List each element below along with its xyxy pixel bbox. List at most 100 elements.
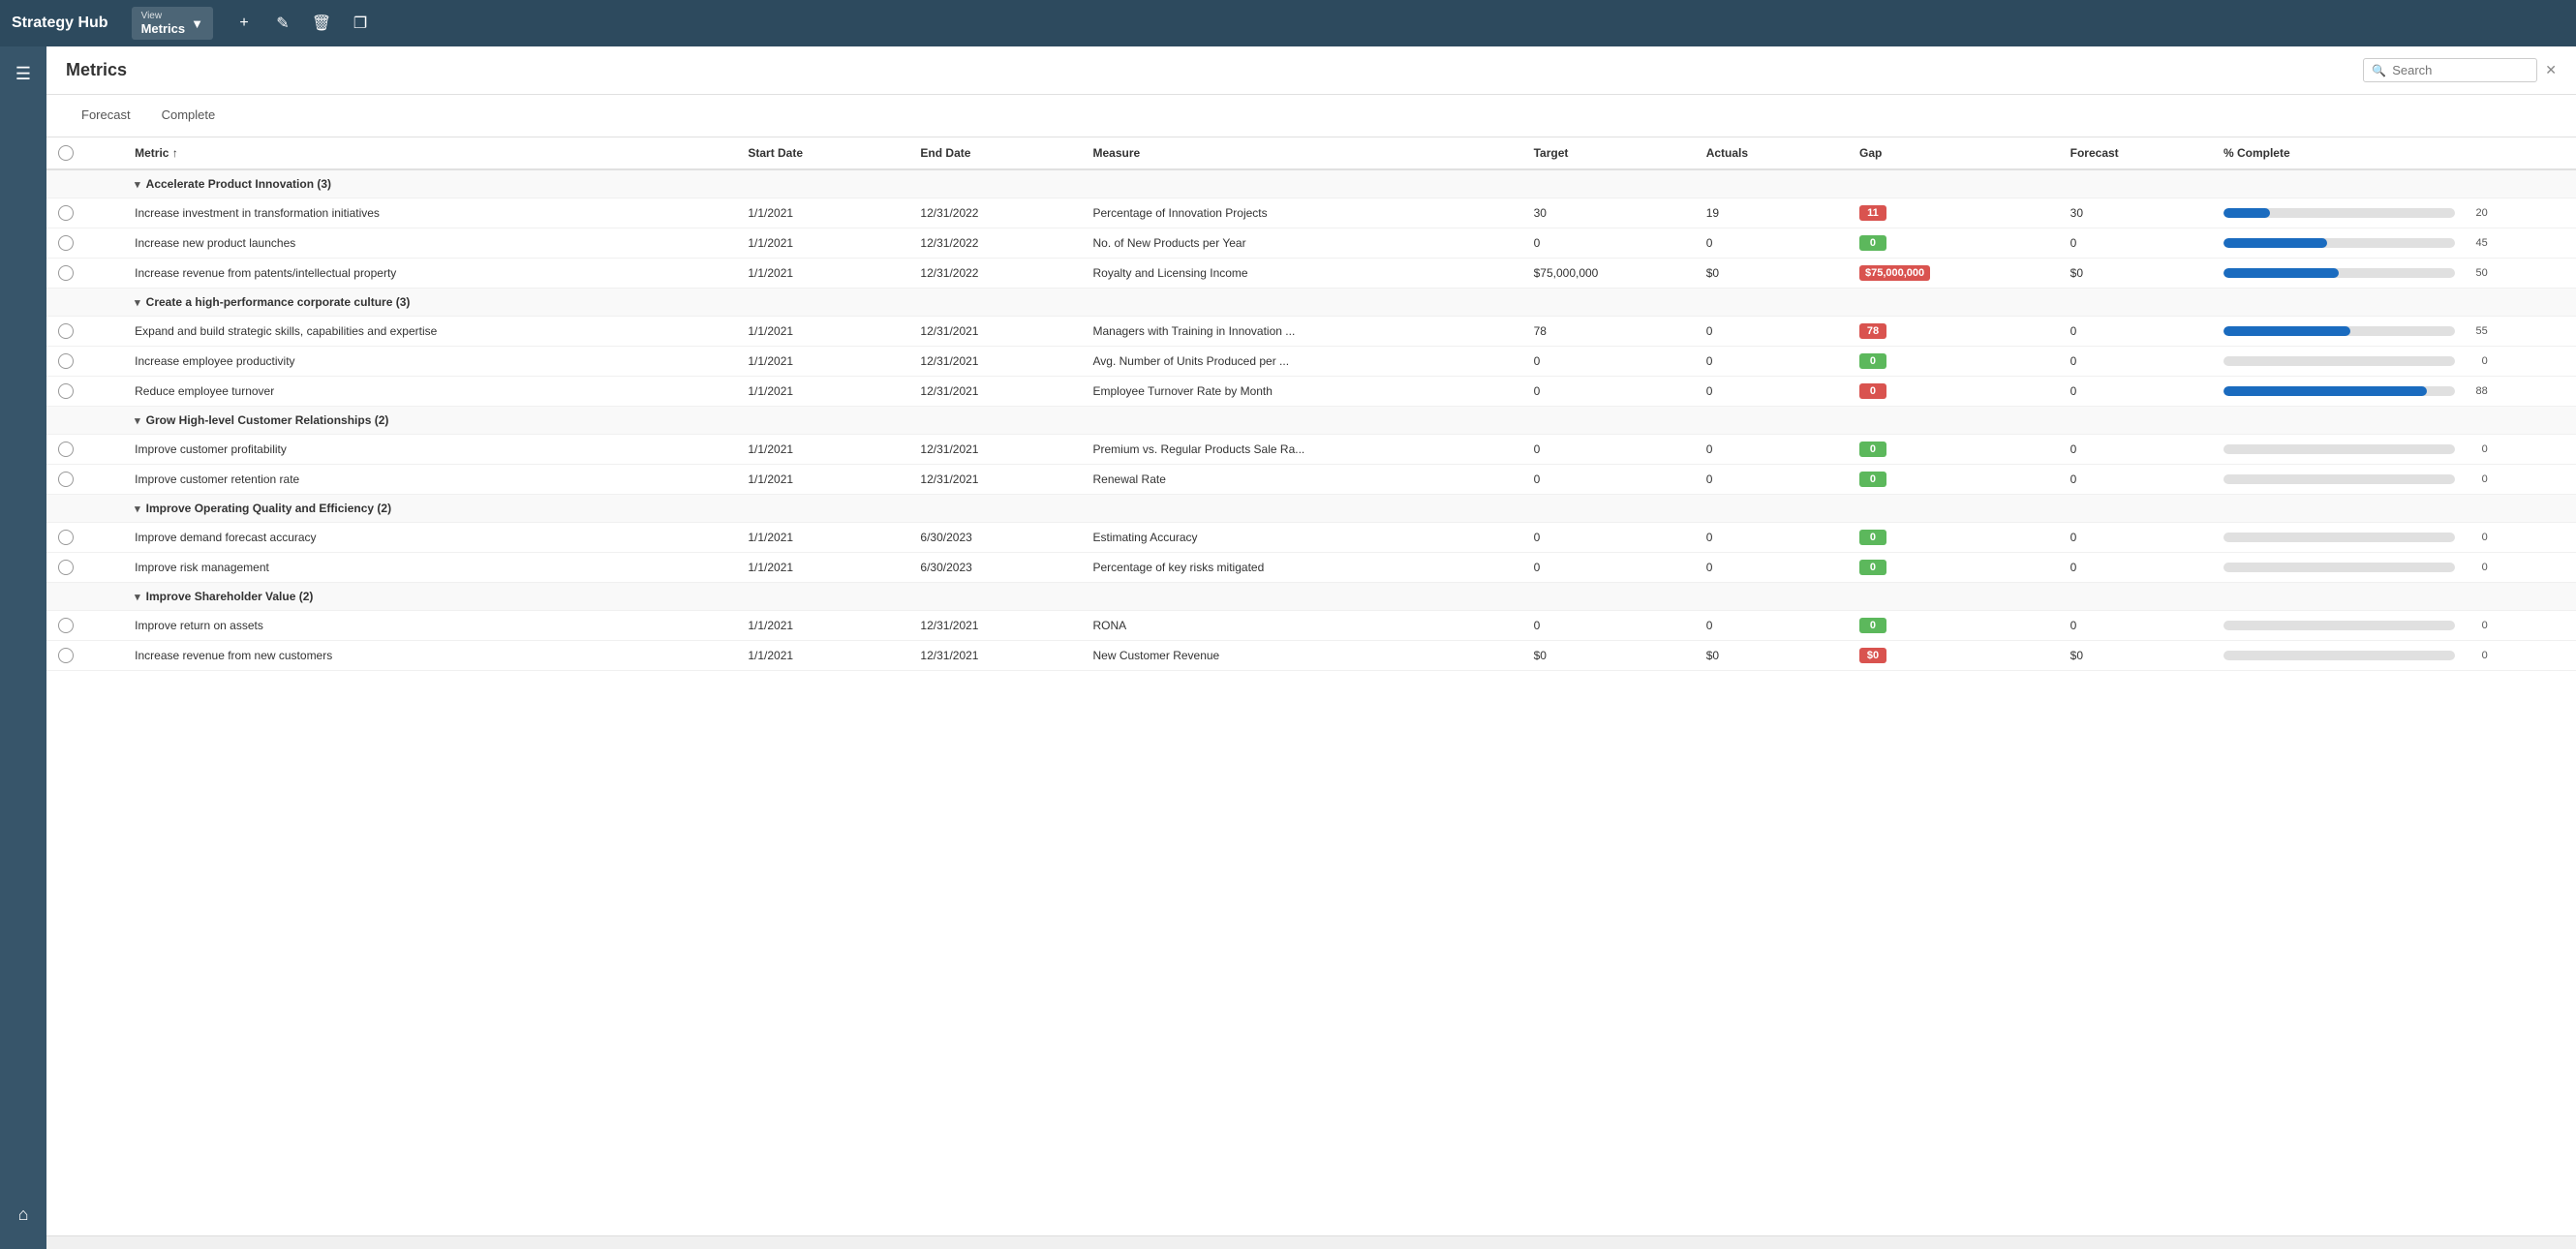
collapse-icon[interactable]: ▾ xyxy=(135,414,140,427)
row-select-cell[interactable] xyxy=(46,435,123,465)
row-extra xyxy=(2499,641,2576,671)
row-actuals: 0 xyxy=(1695,228,1848,259)
row-checkbox[interactable] xyxy=(58,618,74,633)
nav-label-main: Metrics xyxy=(141,21,186,36)
col-header-gap[interactable]: Gap xyxy=(1848,137,2059,169)
progress-track xyxy=(2223,474,2455,484)
progress-fill xyxy=(2223,326,2350,336)
col-header-target[interactable]: Target xyxy=(1522,137,1695,169)
gap-badge: 0 xyxy=(1859,235,1886,251)
row-checkbox[interactable] xyxy=(58,265,74,281)
row-checkbox[interactable] xyxy=(58,323,74,339)
row-select-cell[interactable] xyxy=(46,317,123,347)
row-select-cell[interactable] xyxy=(46,347,123,377)
row-actuals: 0 xyxy=(1695,465,1848,495)
row-extra xyxy=(2499,377,2576,407)
gap-badge: 0 xyxy=(1859,383,1886,399)
col-header-measure[interactable]: Measure xyxy=(1082,137,1522,169)
col-header-actuals[interactable]: Actuals xyxy=(1695,137,1848,169)
row-gap: 0 xyxy=(1848,611,2059,641)
search-input[interactable] xyxy=(2392,63,2529,77)
row-start-date: 1/1/2021 xyxy=(736,523,908,553)
table-wrapper[interactable]: Metric ↑ Start Date End Date Measure Tar… xyxy=(46,137,2576,1235)
collapse-icon[interactable]: ▾ xyxy=(135,503,140,515)
row-start-date: 1/1/2021 xyxy=(736,465,908,495)
row-select-cell[interactable] xyxy=(46,259,123,289)
row-end-date: 12/31/2021 xyxy=(908,377,1081,407)
row-forecast: 0 xyxy=(2059,347,2212,377)
row-extra xyxy=(2499,259,2576,289)
row-forecast: 0 xyxy=(2059,435,2212,465)
group-name-cell: ▾ Improve Operating Quality and Efficien… xyxy=(123,495,2576,523)
close-icon[interactable]: ✕ xyxy=(2545,62,2557,78)
row-extra xyxy=(2499,523,2576,553)
progress-value: 50 xyxy=(2461,267,2488,279)
row-select-cell[interactable] xyxy=(46,465,123,495)
home-button[interactable]: ⌂ xyxy=(4,1195,43,1234)
row-checkbox[interactable] xyxy=(58,442,74,457)
row-gap: 0 xyxy=(1848,523,2059,553)
collapse-icon[interactable]: ▾ xyxy=(135,296,140,309)
collapse-icon[interactable]: ▾ xyxy=(135,591,140,603)
row-start-date: 1/1/2021 xyxy=(736,317,908,347)
col-header-complete[interactable]: % Complete xyxy=(2212,137,2499,169)
delete-button[interactable]: 🗑 xyxy=(306,8,337,39)
table-row: Reduce employee turnover 1/1/2021 12/31/… xyxy=(46,377,2576,407)
view-metrics-dropdown[interactable]: View Metrics ▼ xyxy=(132,7,213,40)
edit-button[interactable]: ✎ xyxy=(267,8,298,39)
hamburger-menu-button[interactable]: ☰ xyxy=(4,54,43,93)
tab-complete[interactable]: Complete xyxy=(146,95,231,137)
row-checkbox[interactable] xyxy=(58,353,74,369)
row-checkbox[interactable] xyxy=(58,530,74,545)
row-target: $75,000,000 xyxy=(1522,259,1695,289)
row-actuals: $0 xyxy=(1695,259,1848,289)
row-checkbox[interactable] xyxy=(58,383,74,399)
row-gap: 0 xyxy=(1848,347,2059,377)
row-checkbox[interactable] xyxy=(58,560,74,575)
row-checkbox[interactable] xyxy=(58,472,74,487)
col-header-forecast[interactable]: Forecast xyxy=(2059,137,2212,169)
col-header-select[interactable] xyxy=(46,137,123,169)
row-select-cell[interactable] xyxy=(46,377,123,407)
add-button[interactable]: + xyxy=(229,8,260,39)
tab-forecast[interactable]: Forecast xyxy=(66,95,146,137)
row-checkbox[interactable] xyxy=(58,205,74,221)
col-header-start-date[interactable]: Start Date xyxy=(736,137,908,169)
gap-badge: $75,000,000 xyxy=(1859,265,1930,281)
row-select-cell[interactable] xyxy=(46,611,123,641)
table-row: Improve demand forecast accuracy 1/1/202… xyxy=(46,523,2576,553)
col-header-metric[interactable]: Metric ↑ xyxy=(123,137,736,169)
row-select-cell[interactable] xyxy=(46,553,123,583)
select-all-checkbox[interactable] xyxy=(58,145,74,161)
row-forecast: $0 xyxy=(2059,641,2212,671)
progress-value: 88 xyxy=(2461,385,2488,397)
row-complete: 0 xyxy=(2212,465,2499,495)
copy-button[interactable]: ❐ xyxy=(345,8,376,39)
row-end-date: 12/31/2022 xyxy=(908,259,1081,289)
row-measure: Percentage of Innovation Projects xyxy=(1082,198,1522,228)
app-title: Strategy Hub xyxy=(12,15,108,32)
row-select-cell[interactable] xyxy=(46,228,123,259)
bottom-scrollbar[interactable] xyxy=(46,1235,2576,1249)
table-row: Improve return on assets 1/1/2021 12/31/… xyxy=(46,611,2576,641)
metrics-table: Metric ↑ Start Date End Date Measure Tar… xyxy=(46,137,2576,671)
row-actuals: 0 xyxy=(1695,435,1848,465)
collapse-icon[interactable]: ▾ xyxy=(135,178,140,191)
progress-track xyxy=(2223,386,2455,396)
row-select-cell[interactable] xyxy=(46,641,123,671)
progress-fill xyxy=(2223,208,2270,218)
progress-value: 20 xyxy=(2461,207,2488,219)
row-forecast: 0 xyxy=(2059,553,2212,583)
group-select-cell xyxy=(46,289,123,317)
row-end-date: 12/31/2021 xyxy=(908,611,1081,641)
row-checkbox[interactable] xyxy=(58,648,74,663)
row-select-cell[interactable] xyxy=(46,523,123,553)
row-checkbox[interactable] xyxy=(58,235,74,251)
col-header-end-date[interactable]: End Date xyxy=(908,137,1081,169)
row-actuals: 0 xyxy=(1695,347,1848,377)
row-metric: Expand and build strategic skills, capab… xyxy=(123,317,736,347)
progress-value: 45 xyxy=(2461,237,2488,249)
table-row: Increase employee productivity 1/1/2021 … xyxy=(46,347,2576,377)
search-box[interactable]: 🔍 xyxy=(2363,58,2537,82)
row-select-cell[interactable] xyxy=(46,198,123,228)
